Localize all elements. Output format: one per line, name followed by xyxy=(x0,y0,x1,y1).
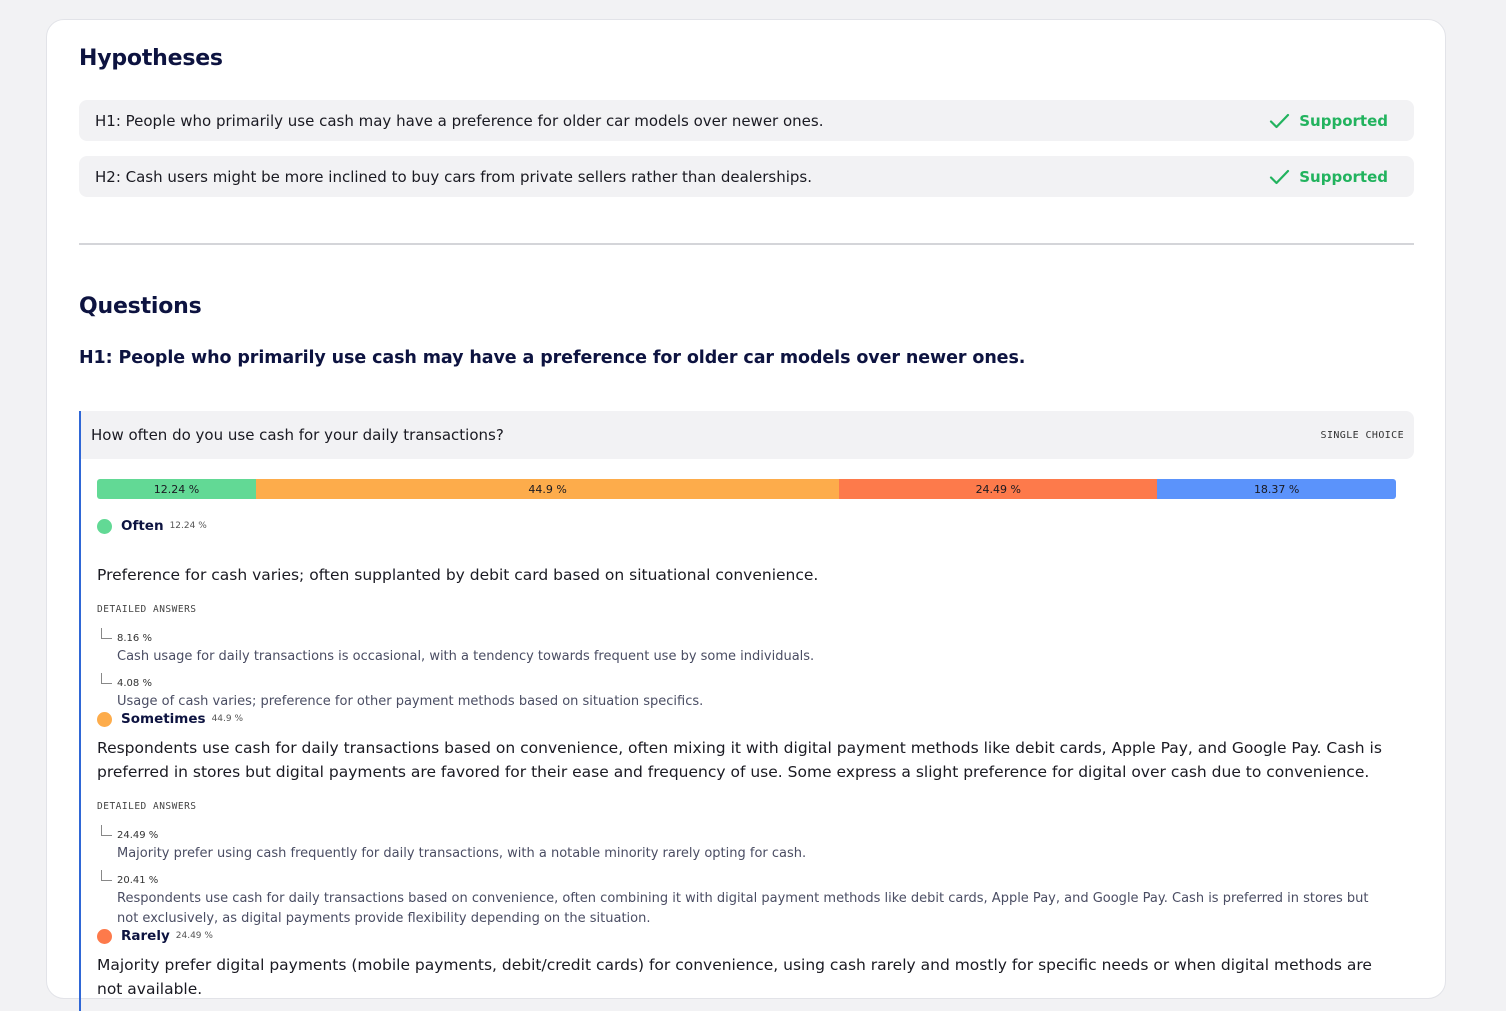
option-header: Often 12.24 % xyxy=(97,518,207,534)
distribution-segment: 24.49 % xyxy=(839,479,1158,499)
detail-text: Cash usage for daily transactions is occ… xyxy=(117,649,815,664)
results-card: Hypotheses H1: People who primarily use … xyxy=(46,19,1446,1011)
question-type-label: SINGLE CHOICE xyxy=(1320,429,1404,441)
detailed-answer: 4.08 % Usage of cash varies; preference … xyxy=(101,673,1381,712)
status-label: Supported xyxy=(1299,111,1388,130)
hypotheses-title: Hypotheses xyxy=(79,46,223,71)
status-badge: Supported xyxy=(1269,168,1388,186)
option-color-dot xyxy=(97,518,112,534)
hypothesis-row: H1: People who primarily use cash may ha… xyxy=(79,100,1414,141)
hypothesis-heading: H1: People who primarily use cash may ha… xyxy=(79,348,1026,368)
detail-text: Usage of cash varies; preference for oth… xyxy=(117,694,704,709)
detailed-answers-label: DETAILED ANSWERS xyxy=(97,801,197,812)
questions-title: Questions xyxy=(79,294,202,319)
segment-label: 18.37 % xyxy=(1253,482,1300,496)
option-header: Sometimes 44.9 % xyxy=(97,711,243,727)
option-summary: Preference for cash varies; often suppla… xyxy=(97,566,819,584)
segment-label: 12.24 % xyxy=(153,482,200,496)
option-summary: Respondents use cash for daily transacti… xyxy=(97,739,1382,781)
option-name: Rarely xyxy=(121,928,170,944)
detail-text: Majority prefer using cash frequently fo… xyxy=(117,846,807,861)
distribution-bar: 12.24 % 44.9 % 24.49 % 18.37 % xyxy=(97,479,1396,499)
check-icon xyxy=(1270,113,1290,128)
option-percent: 24.49 % xyxy=(175,931,213,941)
question-header: How often do you use cash for your daily… xyxy=(81,411,1414,459)
distribution-segment: 18.37 % xyxy=(1157,479,1396,499)
option-percent: 12.24 % xyxy=(169,521,207,531)
question-text: How often do you use cash for your daily… xyxy=(91,426,504,444)
detail-percent: 24.49 % xyxy=(101,825,1381,844)
option-header: Rarely 24.49 % xyxy=(97,928,213,944)
detailed-answers-label: DETAILED ANSWERS xyxy=(97,604,197,615)
detail-percent: 20.41 % xyxy=(101,870,1381,889)
option-color-dot xyxy=(97,711,112,727)
segment-label: 44.9 % xyxy=(528,482,567,496)
status-label: Supported xyxy=(1299,167,1388,186)
hypothesis-row: H2: Cash users might be more inclined to… xyxy=(79,156,1414,197)
question-block: How often do you use cash for your daily… xyxy=(79,411,1414,1011)
status-badge: Supported xyxy=(1269,112,1388,130)
detailed-answer: 24.49 % Majority prefer using cash frequ… xyxy=(101,825,1381,864)
check-icon xyxy=(1270,169,1290,184)
section-divider xyxy=(79,243,1414,245)
option-color-dot xyxy=(97,928,112,944)
hypothesis-text: H1: People who primarily use cash may ha… xyxy=(95,111,824,130)
detail-percent: 4.08 % xyxy=(101,673,1381,692)
option-summary: Majority prefer digital payments (mobile… xyxy=(97,956,1372,998)
segment-label: 24.49 % xyxy=(975,482,1022,496)
hypothesis-text: H2: Cash users might be more inclined to… xyxy=(95,167,812,186)
detail-percent: 8.16 % xyxy=(101,628,1381,647)
option-percent: 44.9 % xyxy=(211,714,244,724)
detail-text: Respondents use cash for daily transacti… xyxy=(117,891,1369,926)
option-name: Sometimes xyxy=(121,711,206,727)
distribution-segment: 44.9 % xyxy=(255,479,840,499)
distribution-segment: 12.24 % xyxy=(97,479,256,499)
detailed-answer: 20.41 % Respondents use cash for daily t… xyxy=(101,870,1381,929)
option-name: Often xyxy=(121,518,164,534)
detailed-answer: 8.16 % Cash usage for daily transactions… xyxy=(101,628,1381,667)
